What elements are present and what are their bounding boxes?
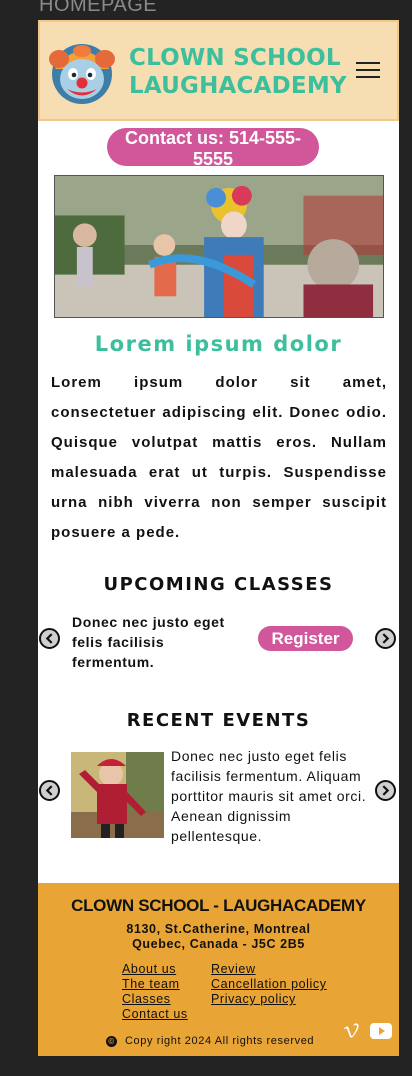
page-label: HOMEPAGE xyxy=(39,0,158,16)
event-description: Donec nec justo eget felis facilisis fer… xyxy=(171,748,367,844)
upcoming-prev-button[interactable] xyxy=(39,628,60,649)
menu-bar xyxy=(356,69,380,71)
footer-links-right: Review Cancellation policy Privacy polic… xyxy=(211,962,327,1007)
mobile-page: CLOWN SCHOOL LAUGHACADEMY Contact us: 51… xyxy=(38,20,399,1056)
contact-button[interactable]: Contact us: 514-555-5555 xyxy=(107,128,319,169)
footer-links-left: About us The team Classes Contact us xyxy=(122,962,188,1022)
copyright-text: Copy right 2024 All rights reserved xyxy=(125,1035,315,1047)
footer-title: CLOWN SCHOOL - LAUGHACADEMY xyxy=(71,896,366,915)
events-prev-button[interactable] xyxy=(39,780,60,801)
footer-link-contact[interactable]: Contact us xyxy=(122,1007,188,1022)
menu-bar xyxy=(356,62,380,64)
hero-image xyxy=(54,175,384,318)
chevron-left-icon xyxy=(45,785,53,796)
footer-link-team[interactable]: The team xyxy=(122,977,188,992)
intro-title: Lorem ipsum dolor xyxy=(94,332,343,356)
vimeo-icon[interactable] xyxy=(343,1023,359,1039)
recent-events-title: RECENT EVENTS xyxy=(126,710,311,731)
brand-name: CLOWN SCHOOL LAUGHACADEMY xyxy=(129,44,347,100)
intro-text: Lorem ipsum dolor sit amet, consectetuer… xyxy=(51,374,387,541)
footer-link-review[interactable]: Review xyxy=(211,962,327,977)
chevron-left-icon xyxy=(45,633,53,644)
footer-link-privacy[interactable]: Privacy policy xyxy=(211,992,327,1007)
address-line-2: Quebec, Canada - J5C 2B5 xyxy=(132,937,305,951)
chevron-right-icon xyxy=(382,785,390,796)
event-image xyxy=(71,752,164,838)
site-footer: CLOWN SCHOOL - LAUGHACADEMY 8130, St.Cat… xyxy=(38,883,399,1056)
copyright-icon: © xyxy=(106,1035,117,1047)
hamburger-menu-icon[interactable] xyxy=(356,62,380,80)
footer-address: 8130, St.Catherine, Montreal Quebec, Can… xyxy=(38,922,399,952)
menu-bar xyxy=(356,76,380,78)
brand-line-1: CLOWN SCHOOL xyxy=(129,45,341,71)
youtube-icon[interactable] xyxy=(370,1023,392,1039)
site-header: CLOWN SCHOOL LAUGHACADEMY xyxy=(38,20,399,121)
brand-line-2: LAUGHACADEMY xyxy=(129,73,347,99)
clown-logo[interactable] xyxy=(45,39,119,105)
class-description: Donec nec justo eget felis facilisis fer… xyxy=(72,614,225,670)
footer-link-classes[interactable]: Classes xyxy=(122,992,188,1007)
register-button[interactable]: Register xyxy=(258,626,353,651)
upcoming-next-button[interactable] xyxy=(375,628,396,649)
footer-link-about[interactable]: About us xyxy=(122,962,188,977)
upcoming-classes-title: UPCOMING CLASSES xyxy=(103,574,334,595)
address-line-1: 8130, St.Catherine, Montreal xyxy=(126,922,311,936)
footer-link-cancellation[interactable]: Cancellation policy xyxy=(211,977,327,992)
copyright: © Copy right 2024 All rights reserved xyxy=(106,1035,314,1047)
events-next-button[interactable] xyxy=(375,780,396,801)
chevron-right-icon xyxy=(382,633,390,644)
